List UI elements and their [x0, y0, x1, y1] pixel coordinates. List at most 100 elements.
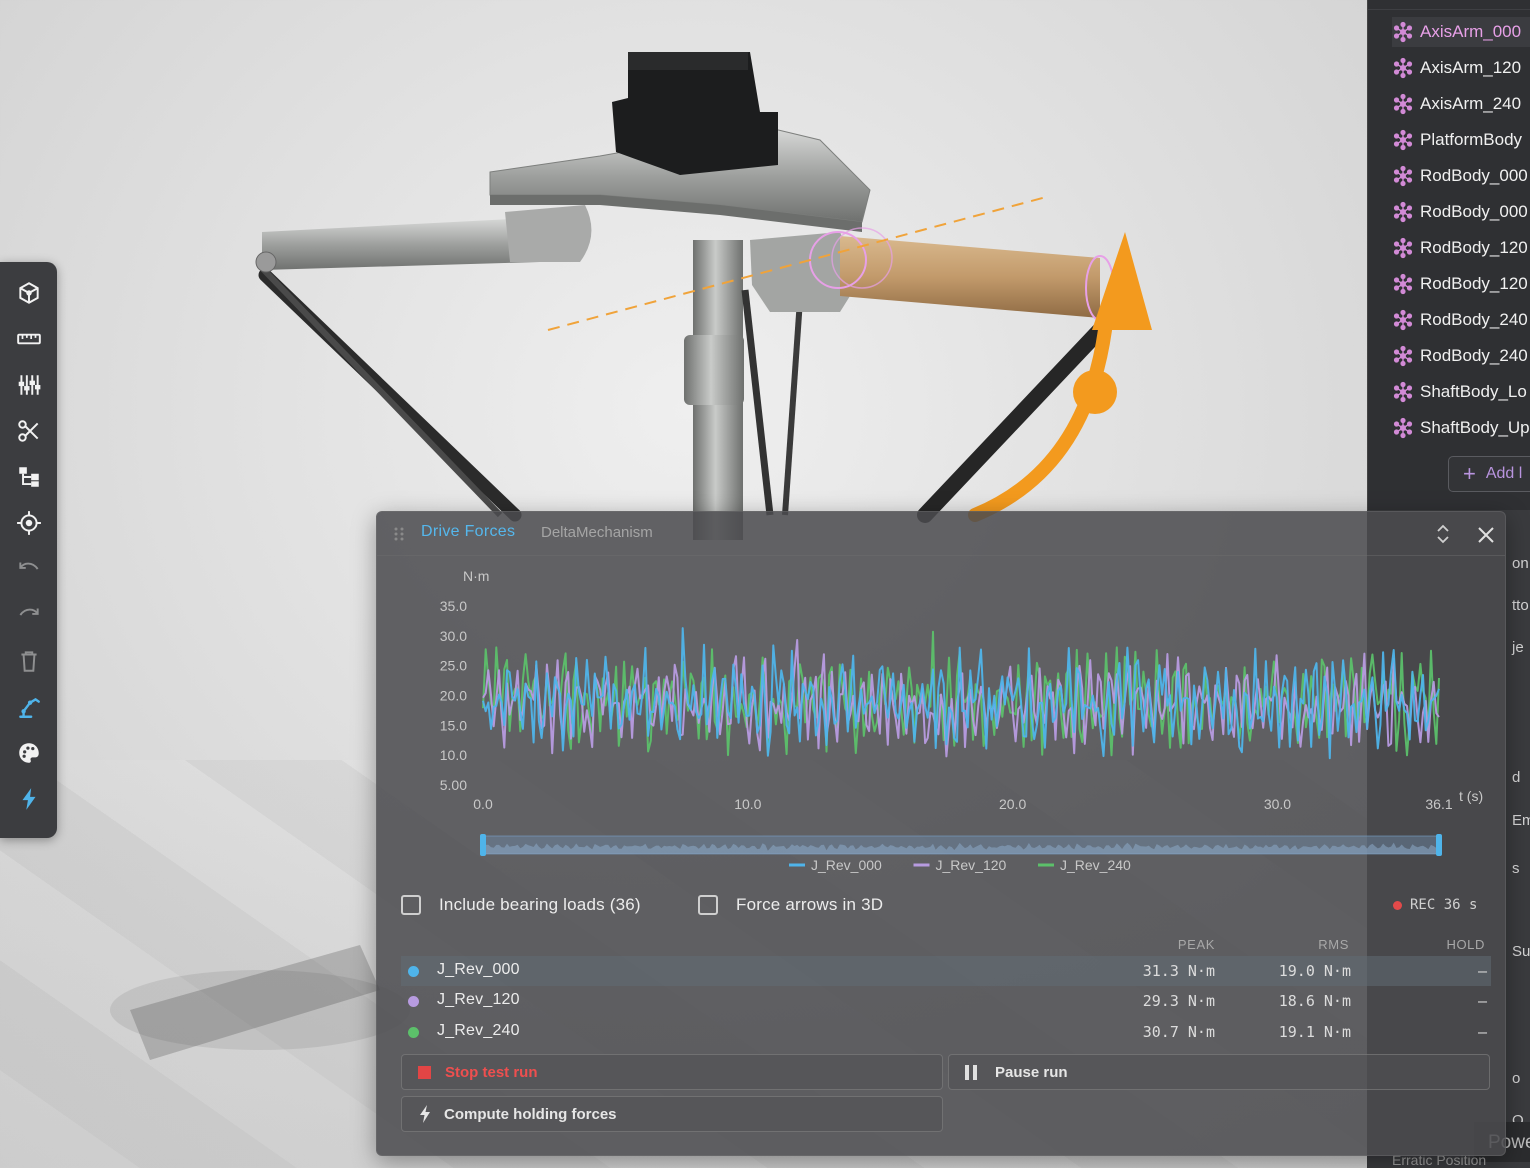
bolt-icon [420, 1105, 430, 1123]
outliner-item[interactable]: ShaftBody_Lo [1392, 377, 1530, 407]
y-tick-label: 25.0 [440, 658, 467, 674]
outliner-item[interactable]: RodBody_120 [1392, 269, 1530, 299]
robot-arm-button[interactable] [9, 687, 49, 727]
adjust-button[interactable] [9, 365, 49, 405]
cut-button[interactable] [9, 411, 49, 451]
trash-icon [20, 651, 37, 672]
joint-hold: — [1477, 1023, 1487, 1041]
body-icon [1393, 21, 1413, 43]
force-arrows-checkbox[interactable] [698, 895, 718, 915]
outliner-item[interactable]: RodBody_120 [1392, 233, 1530, 263]
y-axis-label: N·m [463, 568, 489, 584]
joint-peak: 29.3 N·m [1142, 992, 1215, 1010]
outliner-item[interactable]: ShaftBody_Up [1392, 413, 1530, 443]
hierarchy-button[interactable] [9, 457, 49, 497]
body-icon [1393, 237, 1413, 259]
outliner-item-label: RodBody_000 [1420, 202, 1528, 221]
range-selector[interactable] [480, 834, 1442, 856]
bolt-icon [22, 788, 35, 810]
measure-button[interactable] [9, 319, 49, 359]
outliner-item[interactable]: RodBody_000 [1392, 161, 1530, 191]
rod-left-back [259, 265, 503, 518]
y-tick-label: 15.0 [440, 717, 467, 733]
compute-holding-forces-button[interactable]: Compute holding forces [401, 1096, 943, 1132]
compute-holding-forces-label: Compute holding forces [444, 1105, 617, 1123]
view-cube-icon [18, 282, 39, 304]
joint-row[interactable]: J_Rev_240 30.7 N·m 19.1 N·m — [401, 1017, 1491, 1047]
rotation-gizmo-handle [1073, 370, 1117, 414]
expand-collapse-icon[interactable] [1433, 522, 1453, 546]
outliner-item[interactable]: RodBody_000 [1392, 197, 1530, 227]
peak-column-header: PEAK [1177, 937, 1215, 952]
plus-icon: + [1463, 461, 1476, 486]
ruler-icon [16, 333, 41, 345]
y-tick-label: 30.0 [440, 628, 467, 644]
undo-icon [18, 562, 38, 570]
joint-peak: 31.3 N·m [1142, 962, 1215, 980]
force-arrows-toggle[interactable]: Force arrows in 3D [698, 895, 883, 915]
stop-test-run-label: Stop test run [445, 1063, 538, 1081]
property-label-fragment: s [1512, 860, 1520, 877]
include-bearing-loads-toggle[interactable]: Include bearing loads (36) [401, 895, 641, 915]
y-tick-label: 5.00 [440, 777, 467, 793]
series-color-swatch [408, 1027, 419, 1038]
recording-dot-icon [1393, 900, 1402, 910]
drag-handle-icon[interactable] [393, 526, 405, 542]
add-body-button[interactable]: + Add l [1448, 456, 1530, 492]
palette-icon [18, 743, 39, 763]
focus-button[interactable] [9, 503, 49, 543]
close-icon[interactable] [1475, 524, 1497, 546]
rod-center [741, 289, 774, 516]
y-axis-ticks: 35.0 30.0 25.0 20.0 15.0 10.0 5.00 [440, 598, 467, 793]
body-icon [1393, 201, 1413, 223]
redo-button[interactable] [9, 595, 49, 635]
joint-row[interactable]: J_Rev_120 29.3 N·m 18.6 N·m — [401, 986, 1491, 1016]
joint-name: J_Rev_120 [437, 991, 520, 1008]
outliner-item[interactable]: RodBody_240 [1392, 305, 1530, 335]
range-start-handle[interactable] [480, 834, 486, 856]
body-icon [1393, 165, 1413, 187]
joint-peak: 30.7 N·m [1142, 1023, 1215, 1041]
y-tick-label: 35.0 [440, 598, 467, 614]
outliner-item[interactable]: AxisArm_120 [1392, 53, 1530, 83]
body-icon [1393, 57, 1413, 79]
panel-header[interactable]: Drive Forces DeltaMechanism [377, 512, 1505, 556]
drive-forces-button[interactable] [9, 779, 49, 819]
pause-icon [965, 1064, 981, 1080]
appearance-button[interactable] [9, 733, 49, 773]
joint-rms: 18.6 N·m [1278, 992, 1351, 1010]
hold-column-header: HOLD [1446, 937, 1485, 952]
plot-series [482, 627, 1440, 760]
joint-hold: — [1477, 992, 1487, 1010]
view-cube-button[interactable] [9, 273, 49, 313]
outliner-item[interactable]: PlatformBody [1392, 125, 1530, 155]
outliner-item[interactable]: AxisArm_000 [1392, 17, 1530, 47]
outliner-item[interactable]: RodBody_240 [1392, 341, 1530, 371]
rotation-gizmo-arc [968, 323, 1112, 522]
outliner-item-label: AxisArm_240 [1420, 94, 1522, 113]
x-axis-label: t (s) [1459, 788, 1483, 804]
undo-button[interactable] [9, 549, 49, 589]
body-icon [1393, 345, 1413, 367]
joint-row[interactable]: J_Rev_000 31.3 N·m 19.0 N·m — [401, 956, 1491, 986]
redo-icon [19, 608, 39, 616]
pause-run-button[interactable]: Pause run [948, 1054, 1490, 1090]
y-tick-label: 10.0 [440, 747, 467, 763]
range-end-handle[interactable] [1436, 834, 1442, 856]
x-tick-label: 20.0 [999, 796, 1026, 812]
property-label-fragment: o [1512, 1070, 1521, 1087]
series-line-j-rev-000 [482, 627, 1440, 760]
joint-name: J_Rev_000 [437, 961, 520, 978]
outliner-item[interactable]: AxisArm_240 [1392, 89, 1530, 119]
include-bearing-loads-label: Include bearing loads (36) [439, 895, 641, 914]
body-icon [1393, 381, 1413, 403]
panel-title: Drive Forces [421, 523, 516, 540]
outliner-item-label: ShaftBody_Up [1420, 418, 1530, 437]
add-body-label: Add l [1485, 465, 1523, 482]
include-bearing-loads-checkbox[interactable] [401, 895, 421, 915]
drive-forces-chart[interactable]: N·m t (s) 35.0 30.0 25.0 20.0 15.0 10.0 5.00 0… [377, 556, 1505, 886]
stop-test-run-button[interactable]: Stop test run [401, 1054, 943, 1090]
body-icon [1393, 309, 1413, 331]
body-icon [1393, 129, 1413, 151]
delete-button[interactable] [9, 641, 49, 681]
